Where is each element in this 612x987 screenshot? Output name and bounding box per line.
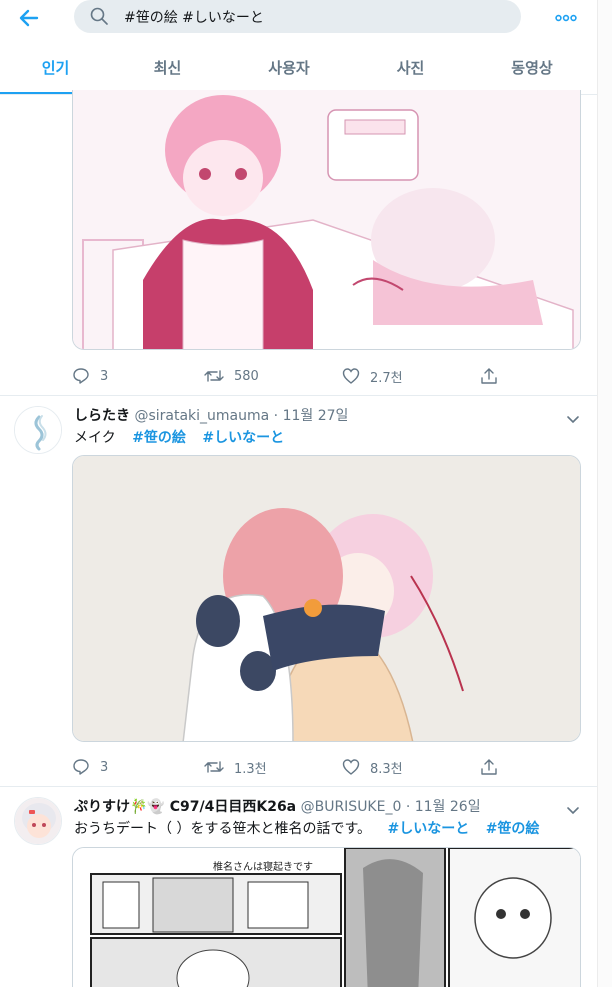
- search-input[interactable]: #笹の絵 #しいなーと: [74, 0, 521, 33]
- share-icon: [481, 368, 497, 384]
- back-arrow-icon[interactable]: [17, 6, 41, 30]
- share-icon: [481, 759, 497, 775]
- user-handle[interactable]: @sirataki_umauma: [134, 408, 269, 424]
- search-query[interactable]: #笹の絵 #しいなーと: [124, 7, 264, 27]
- share-button[interactable]: [480, 757, 508, 777]
- like-count: 8.3천: [370, 761, 403, 777]
- hashtag-link[interactable]: #しいなーと: [202, 430, 284, 446]
- like-count: 2.7천: [370, 370, 403, 386]
- search-icon: [90, 7, 108, 25]
- tweet-card[interactable]: ぷりすけ🎋👻 C97/4日目西K26a @BURISUKE_0 · 11월 26…: [0, 787, 597, 987]
- chevron-down-icon[interactable]: [566, 801, 580, 815]
- tweet-image[interactable]: 椎名さんは寝起きです: [72, 847, 581, 987]
- reply-button[interactable]: 3: [72, 366, 108, 386]
- tweet-card[interactable]: しらたき @sirataki_umauma · 11월 27일 メイク #笹の絵…: [0, 396, 597, 787]
- reply-icon: [73, 368, 89, 384]
- tab-people[interactable]: 사용자: [224, 40, 354, 95]
- retweet-count: 580: [234, 368, 259, 384]
- chevron-down-icon[interactable]: [566, 410, 580, 424]
- tweet-header: しらたき @sirataki_umauma · 11월 27일: [74, 405, 348, 425]
- reply-icon: [73, 759, 89, 775]
- tab-latest[interactable]: 최신: [111, 40, 224, 95]
- tweet-image[interactable]: [72, 90, 581, 350]
- retweet-button[interactable]: 1.3천: [204, 757, 267, 777]
- like-button[interactable]: 2.7천: [342, 366, 403, 386]
- tab-videos[interactable]: 동영상: [467, 40, 597, 95]
- tweet-actions: 3 1.3천 8.3천: [72, 757, 502, 777]
- tweet-time[interactable]: · 11월 27일: [274, 408, 349, 424]
- user-handle[interactable]: @BURISUKE_0: [301, 799, 402, 815]
- more-options-icon[interactable]: [555, 10, 577, 24]
- retweet-icon: [204, 370, 224, 382]
- tweet-header: ぷりすけ🎋👻 C97/4日目西K26a @BURISUKE_0 · 11월 26…: [74, 796, 481, 816]
- manga-page: 椎名さんは寝起きです: [73, 848, 580, 987]
- tab-photos[interactable]: 사진: [354, 40, 467, 95]
- reply-button[interactable]: 3: [72, 757, 108, 777]
- heart-icon: [342, 759, 360, 775]
- tweet-time[interactable]: · 11월 26일: [406, 799, 481, 815]
- tweet-text: おうちデート（ ）をする笹木と椎名の話です。 #しいなーと #笹の絵: [74, 818, 539, 838]
- display-name[interactable]: しらたき: [74, 408, 130, 424]
- heart-icon: [342, 368, 360, 384]
- reply-count: 3: [100, 368, 109, 384]
- like-button[interactable]: 8.3천: [342, 757, 403, 777]
- retweet-icon: [204, 761, 224, 773]
- display-name[interactable]: ぷりすけ🎋👻 C97/4日目西K26a: [74, 799, 296, 815]
- avatar[interactable]: [14, 797, 62, 845]
- search-tabs: 인기 최신 사용자 사진 동영상: [0, 40, 597, 95]
- manga-title: 椎名さんは寝起きです: [213, 860, 313, 873]
- retweet-count: 1.3천: [234, 761, 267, 777]
- retweet-button[interactable]: 580: [204, 366, 259, 386]
- scrollbar[interactable]: [597, 0, 612, 987]
- share-button[interactable]: [480, 366, 508, 386]
- hashtag-link[interactable]: #笹の絵: [132, 430, 186, 446]
- tab-top[interactable]: 인기: [0, 40, 111, 95]
- illustration-hug: [73, 456, 580, 741]
- tweet-image[interactable]: [72, 455, 581, 742]
- tweet-card[interactable]: 3 580 2.7천: [0, 90, 597, 396]
- hashtag-link[interactable]: #しいなーと: [388, 821, 470, 837]
- top-bar: #笹の絵 #しいなーと: [0, 0, 597, 40]
- hashtag-link[interactable]: #笹の絵: [486, 821, 540, 837]
- tweet-body: おうちデート（ ）をする笹木と椎名の話です。: [74, 821, 372, 837]
- avatar[interactable]: [14, 406, 62, 454]
- tweet-actions: 3 580 2.7천: [72, 366, 502, 386]
- reply-count: 3: [100, 759, 109, 775]
- tweet-text: メイク #笹の絵 #しいなーと: [74, 427, 284, 447]
- tweet-body: メイク: [74, 430, 116, 446]
- illustration-pink: [73, 90, 580, 349]
